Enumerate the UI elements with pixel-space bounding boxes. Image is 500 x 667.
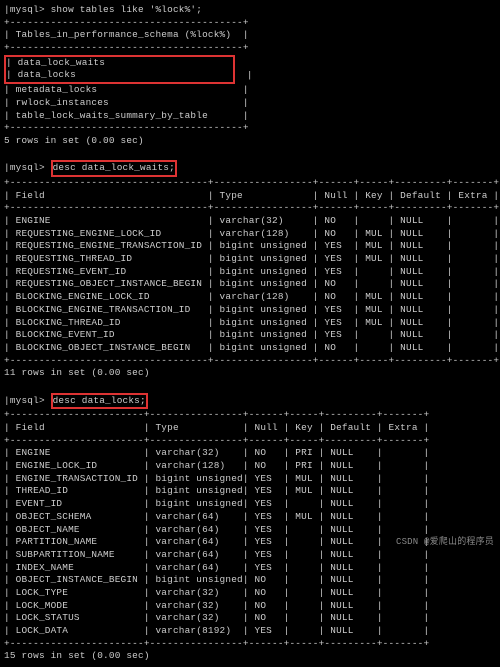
table-row: | LOCK_STATUS | varchar(32) | NO | | NUL…: [4, 612, 496, 625]
result-footer: 11 rows in set (0.00 sec): [4, 367, 496, 380]
table-row: | REQUESTING_EVENT_ID | bigint unsigned …: [4, 266, 496, 279]
table-row: | EVENT_ID | bigint unsigned| YES | | NU…: [4, 498, 496, 511]
table-border: +----------------------------------+----…: [4, 355, 496, 368]
table-row: | LOCK_MODE | varchar(32) | NO | | NULL …: [4, 600, 496, 613]
table-row: | LOCK_DATA | varchar(8192) | YES | | NU…: [4, 625, 496, 638]
table-border: +---------------------------------------…: [4, 17, 496, 30]
table-row: | LOCK_TYPE | varchar(32) | NO | | NULL …: [4, 587, 496, 600]
table-row: | ENGINE_TRANSACTION_ID | bigint unsigne…: [4, 473, 496, 486]
table-row: | BLOCKING_THREAD_ID | bigint unsigned |…: [4, 317, 496, 330]
table-row: | BLOCKING_ENGINE_TRANSACTION_ID | bigin…: [4, 304, 496, 317]
table-row: | ENGINE | varchar(32) | NO | PRI | NULL…: [4, 447, 496, 460]
result-footer: 15 rows in set (0.00 sec): [4, 650, 496, 663]
table-border: +-----------------------+---------------…: [4, 638, 496, 651]
table-border: +---------------------------------------…: [4, 122, 496, 135]
table-row: | table_lock_waits_summary_by_table |: [4, 110, 496, 123]
query-text: desc data_lock_waits;: [53, 162, 175, 173]
table-row: | REQUESTING_THREAD_ID | bigint unsigned…: [4, 253, 496, 266]
table-row: | metadata_locks |: [4, 84, 496, 97]
table-row: | BLOCKING_EVENT_ID | bigint unsigned | …: [4, 329, 496, 342]
table-row: | OBJECT_INSTANCE_BEGIN | bigint unsigne…: [4, 574, 496, 587]
table-border: +----------------------------------+----…: [4, 177, 496, 190]
table-row: | REQUESTING_ENGINE_LOCK_ID | varchar(12…: [4, 228, 496, 241]
blank-line: [4, 148, 496, 161]
table-row: | ENGINE | varchar(32) | NO | | NULL | |: [4, 215, 496, 228]
result-footer: 5 rows in set (0.00 sec): [4, 135, 496, 148]
table-row: | OBJECT_SCHEMA | varchar(64) | YES | MU…: [4, 511, 496, 524]
table-header: | Field | Type | Null | Key | Default | …: [4, 422, 496, 435]
highlight-box: desc data_lock_waits;: [51, 160, 177, 177]
highlighted-rows: | data_lock_waits | data_locks |: [4, 55, 496, 84]
row-tail: |: [235, 69, 252, 80]
query-text: show tables like '%lock%';: [51, 4, 202, 15]
table-border: +----------------------------------+----…: [4, 202, 496, 215]
table-border: +---------------------------------------…: [4, 42, 496, 55]
table-row: | INDEX_NAME | varchar(64) | YES | | NUL…: [4, 562, 496, 575]
table-row: | THREAD_ID | bigint unsigned| YES | MUL…: [4, 485, 496, 498]
table-header: | Tables_in_performance_schema (%lock%) …: [4, 29, 496, 42]
watermark-text: CSDN @爱爬山的程序员: [396, 536, 494, 548]
blank-line: [4, 380, 496, 393]
mysql-prompt: [4, 162, 51, 173]
table-row: | ENGINE_LOCK_ID | varchar(128) | NO | P…: [4, 460, 496, 473]
table-row: | BLOCKING_OBJECT_INSTANCE_BEGIN | bigin…: [4, 342, 496, 355]
table-row: | data_locks: [6, 69, 233, 80]
terminal-line: show tables like '%lock%';: [4, 4, 496, 17]
table-border: +-----------------------+---------------…: [4, 435, 496, 448]
terminal-line: desc data_locks;: [4, 393, 496, 410]
query-text: desc data_locks;: [53, 395, 146, 406]
table-row: | REQUESTING_OBJECT_INSTANCE_BEGIN | big…: [4, 278, 496, 291]
table-header: | Field | Type | Null | Key | Default | …: [4, 190, 496, 203]
highlight-box: | data_lock_waits | data_locks: [4, 55, 235, 84]
mysql-prompt: [4, 4, 51, 15]
table-row: | data_lock_waits: [6, 57, 233, 68]
terminal-line: desc data_lock_waits;: [4, 160, 496, 177]
table-row: | rwlock_instances |: [4, 97, 496, 110]
table-border: +-----------------------+---------------…: [4, 409, 496, 422]
table-row: | BLOCKING_ENGINE_LOCK_ID | varchar(128)…: [4, 291, 496, 304]
table-row: | REQUESTING_ENGINE_TRANSACTION_ID | big…: [4, 240, 496, 253]
highlight-box: desc data_locks;: [51, 393, 148, 410]
table-row: | OBJECT_NAME | varchar(64) | YES | | NU…: [4, 524, 496, 537]
mysql-prompt: [4, 395, 51, 406]
